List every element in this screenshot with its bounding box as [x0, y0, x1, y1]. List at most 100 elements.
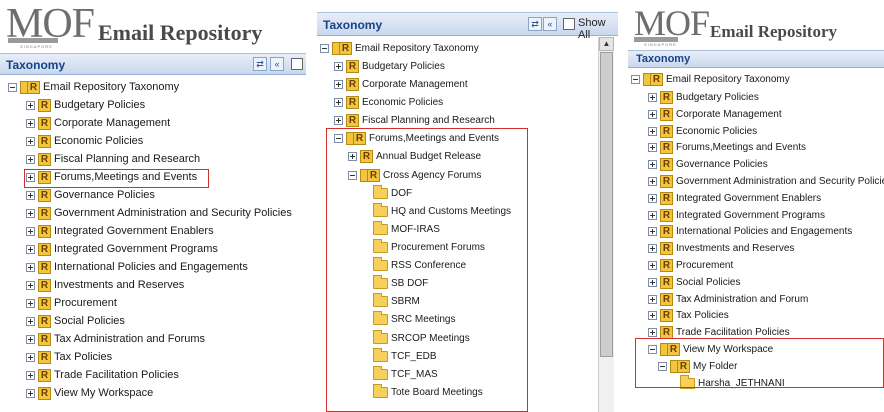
tree-node[interactable]: R Government Administration and Security …: [26, 205, 292, 221]
expand-icon[interactable]: [648, 159, 657, 169]
expand-icon[interactable]: [334, 61, 343, 71]
double-chevron-left-icon[interactable]: «: [270, 57, 284, 71]
tree-node[interactable]: R Economic Policies: [648, 123, 757, 139]
tree-node[interactable]: R Governance Policies: [648, 156, 768, 172]
tree-node[interactable]: R International Policies and Engagements: [648, 223, 852, 239]
tree-node[interactable]: R Corporate Management: [334, 76, 468, 92]
expand-icon[interactable]: [648, 277, 657, 287]
category-node-icon: R: [660, 224, 673, 238]
tree-node-label: Trade Facilitation Policies: [54, 369, 179, 381]
expand-icon[interactable]: [26, 352, 35, 362]
tree-node[interactable]: R Corporate Management: [26, 115, 170, 131]
expand-icon[interactable]: [648, 243, 657, 253]
tree-node[interactable]: R Economic Policies: [334, 94, 443, 110]
expand-icon[interactable]: [648, 327, 657, 337]
expand-icon[interactable]: [26, 316, 35, 326]
taxonomy-header: Taxonomy ⇄ «: [0, 53, 306, 75]
tree-node[interactable]: R Government Administration and Security …: [648, 173, 884, 189]
expand-icon[interactable]: [648, 226, 657, 236]
tree-node-label: Social Policies: [54, 315, 125, 327]
expand-icon[interactable]: [648, 92, 657, 102]
scroll-up-button[interactable]: ▲: [599, 37, 614, 51]
tree-node[interactable]: R Procurement: [26, 295, 117, 311]
refresh-icon[interactable]: ⇄: [528, 17, 542, 31]
expand-icon[interactable]: [648, 193, 657, 203]
root-node-icon: R: [20, 80, 40, 94]
expand-icon[interactable]: [26, 190, 35, 200]
tree-node-label: International Policies and Engagements: [676, 225, 853, 237]
collapse-icon[interactable]: [8, 82, 17, 92]
tree-node[interactable]: R Governance Policies: [26, 187, 155, 203]
tree-node[interactable]: R Integrated Government Enablers: [26, 223, 214, 239]
tree-node[interactable]: R Corporate Management: [648, 106, 782, 122]
tree-root[interactable]: R Email Repository Taxonomy: [8, 79, 179, 95]
tree-node[interactable]: R Fiscal Planning and Research: [334, 112, 495, 128]
expand-icon[interactable]: [648, 294, 657, 304]
expand-icon[interactable]: [26, 208, 35, 218]
expand-icon[interactable]: [648, 210, 657, 220]
double-chevron-left-icon[interactable]: «: [543, 17, 557, 31]
expand-icon[interactable]: [26, 298, 35, 308]
tree-node[interactable]: R Tax Administration and Forum: [648, 291, 808, 307]
tree-node-label: Corporate Management: [54, 117, 171, 129]
expand-icon[interactable]: [648, 126, 657, 136]
expand-icon[interactable]: [26, 388, 35, 398]
expand-icon[interactable]: [648, 109, 657, 119]
category-node-icon: R: [660, 140, 673, 154]
expand-icon[interactable]: [26, 226, 35, 236]
expand-icon[interactable]: [334, 79, 343, 89]
expand-icon[interactable]: [26, 154, 35, 164]
tree-node-label: Budgetary Policies: [54, 99, 146, 111]
tree-node[interactable]: R Investments and Reserves: [648, 240, 794, 256]
tree-node[interactable]: R Tax Policies: [26, 349, 112, 365]
expand-icon[interactable]: [648, 142, 657, 152]
expand-icon[interactable]: [334, 97, 343, 107]
tree-node[interactable]: R Integrated Government Programs: [648, 207, 825, 223]
refresh-icon[interactable]: ⇄: [253, 57, 267, 71]
tree-node[interactable]: R Budgetary Policies: [648, 89, 759, 105]
expand-icon[interactable]: [26, 118, 35, 128]
tree-node[interactable]: R Social Policies: [648, 274, 740, 290]
expand-icon[interactable]: [26, 262, 35, 272]
tree-node[interactable]: R Fiscal Planning and Research: [26, 151, 200, 167]
expand-icon[interactable]: [648, 310, 657, 320]
category-node-icon: R: [38, 206, 51, 220]
collapse-icon[interactable]: [631, 74, 640, 84]
category-node-icon: R: [38, 98, 51, 112]
tree-node[interactable]: R International Policies and Engagements: [26, 259, 248, 275]
show-all-checkbox[interactable]: [563, 18, 575, 30]
expand-icon[interactable]: [26, 280, 35, 290]
show-all-checkbox[interactable]: [291, 58, 303, 70]
tree-node[interactable]: R Budgetary Policies: [26, 97, 145, 113]
expand-icon[interactable]: [334, 115, 343, 125]
tree-node[interactable]: R Tax Policies: [648, 307, 729, 323]
expand-icon[interactable]: [26, 334, 35, 344]
tree-node[interactable]: R Investments and Reserves: [26, 277, 184, 293]
expand-icon[interactable]: [26, 100, 35, 110]
category-node-icon: R: [660, 275, 673, 289]
category-node-icon: R: [660, 325, 673, 339]
tree-node[interactable]: R Social Policies: [26, 313, 125, 329]
tree-node[interactable]: R Economic Policies: [26, 133, 143, 149]
tree-root[interactable]: R Email Repository Taxonomy: [320, 40, 479, 56]
collapse-icon[interactable]: [320, 43, 329, 53]
expand-icon[interactable]: [26, 244, 35, 254]
vertical-scrollbar[interactable]: ▲: [598, 37, 614, 412]
expand-icon[interactable]: [648, 260, 657, 270]
tree-node[interactable]: R Tax Administration and Forums: [26, 331, 205, 347]
tree-root[interactable]: R Email Repository Taxonomy: [631, 71, 790, 87]
taxonomy-title: Taxonomy: [6, 58, 66, 72]
expand-icon[interactable]: [26, 370, 35, 380]
scroll-thumb[interactable]: [600, 52, 613, 357]
tree-node[interactable]: R Forums,Meetings and Events: [648, 139, 806, 155]
expand-icon[interactable]: [26, 136, 35, 146]
tree-node[interactable]: R Trade Facilitation Policies: [26, 367, 179, 383]
tree-node[interactable]: R View My Workspace: [26, 385, 153, 401]
category-node-icon: R: [660, 241, 673, 255]
expand-icon[interactable]: [648, 176, 657, 186]
tree-node[interactable]: R Procurement: [648, 257, 733, 273]
tree-node[interactable]: R Integrated Government Enablers: [648, 190, 821, 206]
tree-node-label: Social Policies: [676, 276, 741, 288]
tree-node[interactable]: R Integrated Government Programs: [26, 241, 218, 257]
tree-node[interactable]: R Budgetary Policies: [334, 58, 445, 74]
